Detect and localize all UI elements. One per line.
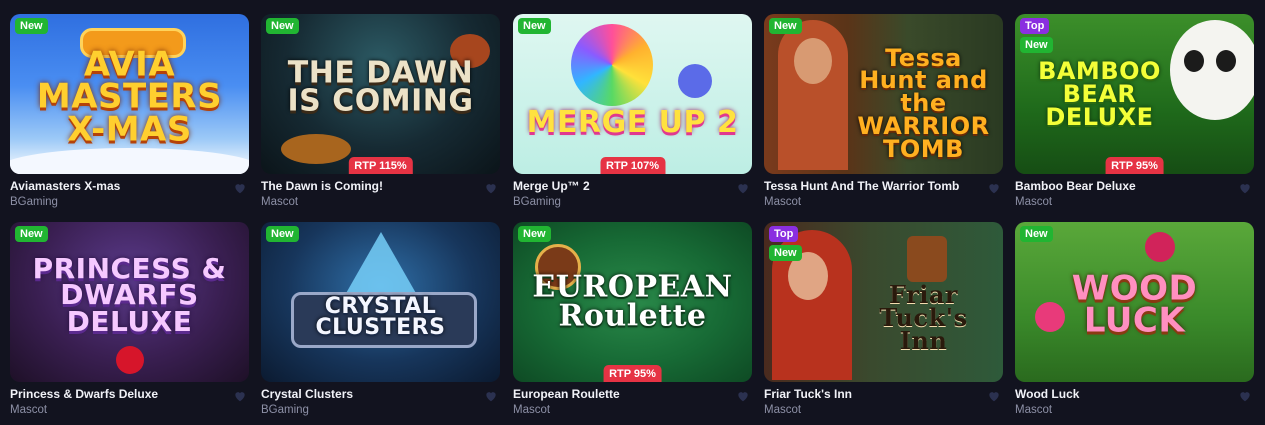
game-thumbnail[interactable]: Tessa Hunt and the WARRIOR TOMB xyxy=(764,14,1003,174)
game-provider[interactable]: Mascot xyxy=(1015,403,1254,418)
game-title[interactable]: Wood Luck xyxy=(1015,387,1230,402)
game-card[interactable]: MERGE UP 2 RTP 107% New Merge Up™ 2 BGam… xyxy=(513,14,752,213)
game-art-title: BAMBOO BEAR DELUXE xyxy=(1038,56,1161,131)
game-provider[interactable]: BGaming xyxy=(513,195,752,210)
game-art-title: AVIA MASTERS X-MAS xyxy=(36,44,223,150)
badge-group: New xyxy=(15,226,48,242)
game-thumbnail[interactable]: THE DAWN IS COMING RTP 115% xyxy=(261,14,500,174)
game-meta: The Dawn is Coming! Mascot xyxy=(261,179,500,213)
game-meta: Bamboo Bear Deluxe Mascot xyxy=(1015,179,1254,213)
badge-group: New xyxy=(15,18,48,34)
new-badge: New xyxy=(518,226,551,242)
game-card[interactable]: Friar Tuck's Inn Top New Friar Tuck's In… xyxy=(764,222,1003,421)
heart-icon[interactable] xyxy=(484,181,498,195)
badge-group: New xyxy=(266,226,299,242)
game-art-title: PRINCESS & DWARFS DELUXE xyxy=(32,251,227,338)
heart-icon[interactable] xyxy=(987,181,1001,195)
heart-icon[interactable] xyxy=(233,389,247,403)
game-thumbnail[interactable]: MERGE UP 2 RTP 107% xyxy=(513,14,752,174)
game-title[interactable]: Tessa Hunt And The Warrior Tomb xyxy=(764,179,979,194)
game-thumbnail[interactable]: EUROPEAN Roulette RTP 95% xyxy=(513,222,752,382)
rtp-badge: RTP 95% xyxy=(603,365,662,382)
new-badge: New xyxy=(266,226,299,242)
game-meta: Wood Luck Mascot xyxy=(1015,387,1254,421)
heart-icon[interactable] xyxy=(736,181,750,195)
badge-group: New xyxy=(266,18,299,34)
game-meta: Crystal Clusters BGaming xyxy=(261,387,500,421)
game-grid: AVIA MASTERS X-MAS New Aviamasters X-mas… xyxy=(0,0,1265,425)
game-title[interactable]: The Dawn is Coming! xyxy=(261,179,476,194)
top-badge: Top xyxy=(1020,18,1050,34)
game-provider[interactable]: BGaming xyxy=(10,195,249,210)
rtp-badge: RTP 115% xyxy=(348,157,413,174)
game-provider[interactable]: Mascot xyxy=(10,403,249,418)
game-art-title: CRYSTAL CLUSTERS xyxy=(315,294,446,340)
game-art-title: MERGE UP 2 xyxy=(526,104,739,140)
game-card[interactable]: AVIA MASTERS X-MAS New Aviamasters X-mas… xyxy=(10,14,249,213)
badge-group: New xyxy=(1020,226,1053,242)
game-card[interactable]: Tessa Hunt and the WARRIOR TOMB New Tess… xyxy=(764,14,1003,213)
new-badge: New xyxy=(1020,226,1053,242)
game-meta: European Roulette Mascot xyxy=(513,387,752,421)
game-provider[interactable]: Mascot xyxy=(1015,195,1254,210)
game-title[interactable]: Aviamasters X-mas xyxy=(10,179,225,194)
game-meta: Friar Tuck's Inn Mascot xyxy=(764,387,1003,421)
game-thumbnail[interactable]: WOOD LUCK xyxy=(1015,222,1254,382)
heart-icon[interactable] xyxy=(484,389,498,403)
top-badge: Top xyxy=(769,226,799,242)
new-badge: New xyxy=(15,18,48,34)
game-title[interactable]: Princess & Dwarfs Deluxe xyxy=(10,387,225,402)
game-provider[interactable]: BGaming xyxy=(261,403,500,418)
new-badge: New xyxy=(769,245,802,261)
rtp-badge: RTP 107% xyxy=(600,157,665,174)
game-card[interactable]: EUROPEAN Roulette RTP 95% New European R… xyxy=(513,222,752,421)
heart-icon[interactable] xyxy=(987,389,1001,403)
game-card[interactable]: PRINCESS & DWARFS DELUXE New Princess & … xyxy=(10,222,249,421)
game-title[interactable]: Merge Up™ 2 xyxy=(513,179,728,194)
game-thumbnail[interactable]: AVIA MASTERS X-MAS xyxy=(10,14,249,174)
game-thumbnail[interactable]: CRYSTAL CLUSTERS xyxy=(261,222,500,382)
game-meta: Merge Up™ 2 BGaming xyxy=(513,179,752,213)
game-thumbnail[interactable]: PRINCESS & DWARFS DELUXE xyxy=(10,222,249,382)
heart-icon[interactable] xyxy=(233,181,247,195)
rtp-badge: RTP 95% xyxy=(1105,157,1164,174)
game-card[interactable]: WOOD LUCK New Wood Luck Mascot xyxy=(1015,222,1254,421)
game-provider[interactable]: Mascot xyxy=(261,195,500,210)
badge-group: Top New xyxy=(769,226,802,261)
game-art-title: Friar Tuck's Inn xyxy=(879,279,968,355)
game-provider[interactable]: Mascot xyxy=(513,403,752,418)
game-meta: Aviamasters X-mas BGaming xyxy=(10,179,249,213)
new-badge: New xyxy=(266,18,299,34)
game-art-title: WOOD LUCK xyxy=(1071,268,1198,342)
game-art-title: Tessa Hunt and the WARRIOR TOMB xyxy=(857,43,990,163)
game-card[interactable]: CRYSTAL CLUSTERS New Crystal Clusters BG… xyxy=(261,222,500,421)
badge-group: New xyxy=(518,226,551,242)
heart-icon[interactable] xyxy=(1238,389,1252,403)
new-badge: New xyxy=(1020,37,1053,53)
game-card[interactable]: BAMBOO BEAR DELUXE RTP 95% Top New Bambo… xyxy=(1015,14,1254,213)
game-provider[interactable]: Mascot xyxy=(764,403,1003,418)
game-meta: Tessa Hunt And The Warrior Tomb Mascot xyxy=(764,179,1003,213)
game-art-title: THE DAWN IS COMING xyxy=(287,55,474,119)
game-title[interactable]: Friar Tuck's Inn xyxy=(764,387,979,402)
game-art-title: EUROPEAN Roulette xyxy=(532,269,733,333)
game-card[interactable]: THE DAWN IS COMING RTP 115% New The Dawn… xyxy=(261,14,500,213)
new-badge: New xyxy=(15,226,48,242)
new-badge: New xyxy=(769,18,802,34)
game-title[interactable]: European Roulette xyxy=(513,387,728,402)
new-badge: New xyxy=(518,18,551,34)
badge-group: Top New xyxy=(1020,18,1053,53)
game-title[interactable]: Bamboo Bear Deluxe xyxy=(1015,179,1230,194)
badge-group: New xyxy=(769,18,802,34)
game-provider[interactable]: Mascot xyxy=(764,195,1003,210)
badge-group: New xyxy=(518,18,551,34)
heart-icon[interactable] xyxy=(736,389,750,403)
heart-icon[interactable] xyxy=(1238,181,1252,195)
game-meta: Princess & Dwarfs Deluxe Mascot xyxy=(10,387,249,421)
game-title[interactable]: Crystal Clusters xyxy=(261,387,476,402)
